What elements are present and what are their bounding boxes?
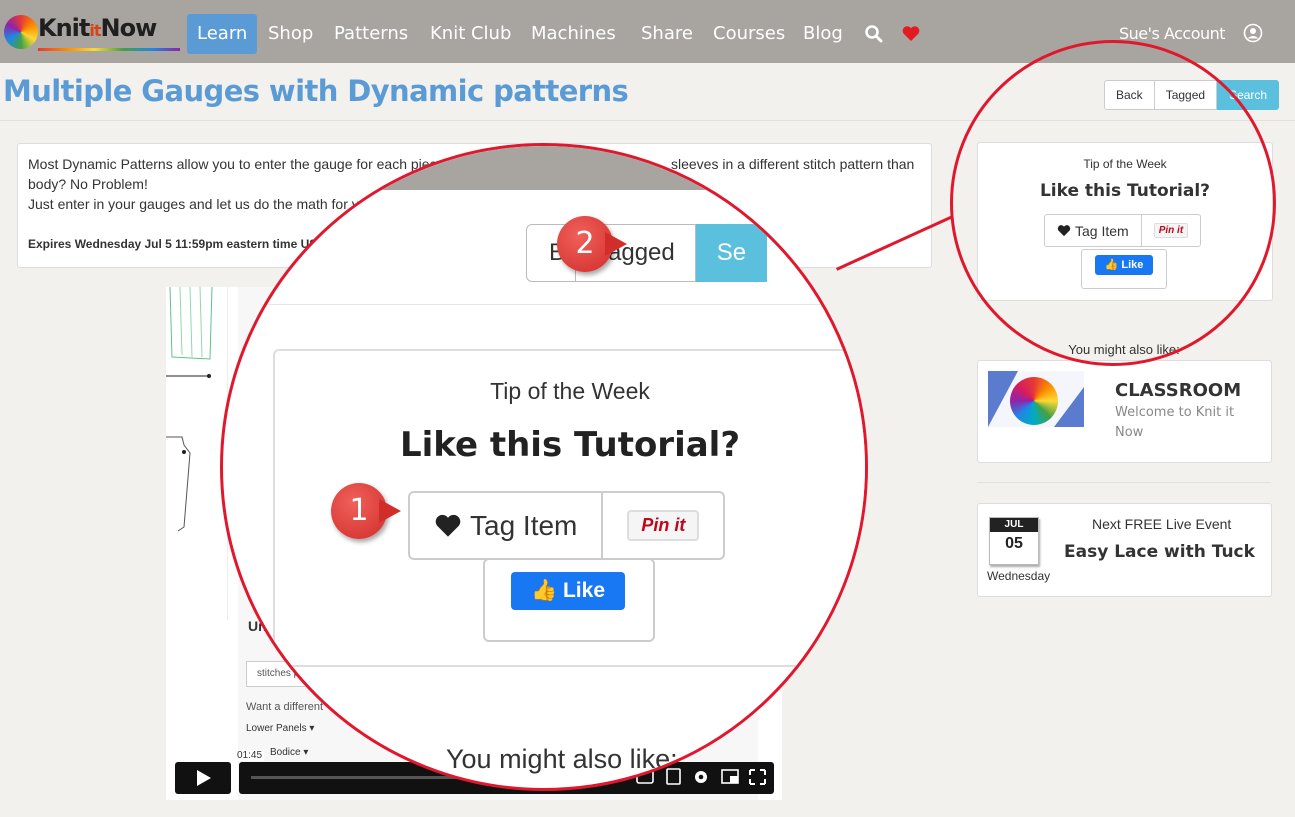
color-wheel-icon: [1010, 377, 1058, 425]
nav-blog[interactable]: Blog: [803, 14, 843, 54]
nav-shop[interactable]: Shop: [268, 14, 313, 54]
play-icon: [197, 770, 211, 786]
zoom-tag-item-label: Tag Item: [470, 509, 578, 541]
article-line-3: Just enter in your gauges and let us do …: [28, 196, 359, 212]
video-bodice: Bodice ▾: [270, 747, 309, 758]
zoom-tip-heading: Like this Tutorial?: [399, 425, 741, 465]
article-line-2: body? No Problem!: [28, 176, 148, 192]
play-button[interactable]: [175, 762, 231, 794]
zoom-tag-item-button[interactable]: Tag Item: [410, 493, 604, 558]
nav-learn[interactable]: Learn: [187, 14, 258, 54]
video-left-pane: [166, 286, 228, 620]
classroom-card[interactable]: CLASSROOM Welcome to Knit it Now: [977, 360, 1272, 463]
classroom-subtitle: Welcome to Knit it Now: [1115, 405, 1235, 440]
zoom-thumbs-up-icon: 👍: [530, 579, 558, 602]
search-icon[interactable]: [864, 24, 884, 44]
calendar-icon: JUL 05: [989, 517, 1039, 565]
event-title: Easy Lace with Tuck: [1064, 542, 1255, 562]
zoom-pin-it-button[interactable]: Pin it: [603, 493, 723, 558]
zoom-also-like: You might also like:: [446, 744, 678, 774]
classroom-thumbnail: [988, 371, 1084, 427]
calendar-day: 05: [1005, 535, 1023, 552]
zoom-magnifier-circle: B Tagged Se Tip of the Week Like this Tu…: [220, 143, 868, 791]
logo-rainbow-bar: [38, 48, 180, 51]
site-logo[interactable]: KnititNow: [4, 10, 180, 51]
video-lower-panels: Lower Panels ▾: [246, 723, 315, 734]
nav-machines[interactable]: Machines: [531, 14, 616, 54]
callout-badge-1: 1: [331, 483, 401, 539]
zoom-pin-it-label: Pin it: [627, 510, 700, 541]
zoom-search-button[interactable]: Se: [695, 224, 768, 282]
classroom-title: CLASSROOM: [1115, 380, 1242, 401]
zoom-nav-strip: [223, 146, 865, 190]
zoom-like-label: Like: [562, 579, 606, 602]
page-title: Multiple Gauges with Dynamic patterns: [3, 74, 629, 108]
account-link[interactable]: Sue's Account: [1119, 24, 1226, 43]
user-icon[interactable]: [1243, 23, 1263, 43]
pattern-schematic-icon: [166, 286, 213, 532]
video-timecode: 01:45: [235, 750, 265, 761]
zoom-like-wrap: 👍 Like: [483, 558, 655, 642]
calendar-month: JUL: [990, 518, 1038, 532]
nav-knit-club[interactable]: Knit Club: [430, 14, 511, 54]
video-want-text: Want a different: [246, 701, 324, 713]
zoom-heart-icon: [435, 514, 461, 537]
nav-patterns[interactable]: Patterns: [334, 14, 408, 54]
logo-swirl-icon: [4, 15, 38, 49]
event-label: Next FREE Live Event: [1092, 516, 1232, 532]
nav-share[interactable]: Share: [641, 14, 693, 54]
live-event-card[interactable]: JUL 05 Wednesday Next FREE Live Event Ea…: [977, 503, 1272, 597]
zoom-like-button[interactable]: 👍 Like: [511, 572, 625, 610]
callout-badge-2: 2: [557, 216, 627, 272]
zoom-highlight-circle: [950, 40, 1276, 366]
zoom-tip-label: Tip of the Week: [490, 378, 650, 404]
zoom-tag-group: Tag Item Pin it: [408, 491, 726, 560]
heart-icon[interactable]: [901, 24, 921, 44]
nav-courses[interactable]: Courses: [713, 14, 785, 54]
article-expires: Expires Wednesday Jul 5 11:59pm eastern …: [28, 237, 318, 251]
logo-text: KnititNow: [38, 14, 157, 42]
sidebar-divider: [977, 482, 1271, 483]
zoom-divider: [223, 304, 865, 305]
calendar-weekday: Wednesday: [987, 569, 1051, 583]
